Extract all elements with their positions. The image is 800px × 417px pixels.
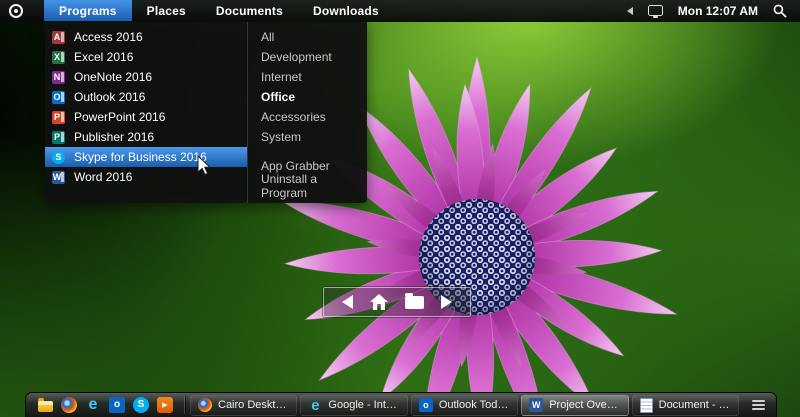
- program-menu-item[interactable]: W Word 2016: [45, 167, 247, 187]
- programs-app-list: A Access 2016 X Excel 2016 N OneNote 201…: [45, 22, 247, 203]
- search-icon[interactable]: [773, 4, 787, 18]
- category-list: All Development Internet Office Accessor…: [248, 27, 367, 147]
- program-menu-item[interactable]: A Access 2016: [45, 27, 247, 47]
- taskbar-window-button[interactable]: Document - W...: [631, 394, 740, 416]
- menu-item[interactable]: Downloads: [298, 0, 394, 21]
- taskbar-window-button[interactable]: e Google - Intern...: [300, 394, 408, 416]
- forward-arrow-icon[interactable]: [441, 295, 452, 309]
- program-label: Excel 2016: [74, 50, 134, 64]
- window-app-icon: o: [418, 398, 433, 412]
- program-menu-item[interactable]: P Publisher 2016: [45, 127, 247, 147]
- window-app-icon: [198, 398, 212, 412]
- menu-item-label: Programs: [59, 3, 117, 18]
- category-item[interactable]: Development: [248, 47, 367, 67]
- app-icon: P: [52, 130, 65, 144]
- program-label: Outlook 2016: [74, 90, 146, 104]
- file-explorer[interactable]: [38, 397, 53, 412]
- quick-launch-area: e o S ▶: [32, 397, 179, 413]
- taskbar-window-button[interactable]: Cairo Desktop...: [190, 394, 298, 416]
- firefox[interactable]: [61, 397, 77, 413]
- category-label: Development: [261, 50, 332, 64]
- taskbar-separator: [184, 396, 185, 414]
- category-footer-label: App Grabber: [261, 159, 330, 173]
- category-label: Accessories: [261, 110, 326, 124]
- menu-item[interactable]: Places: [132, 0, 201, 21]
- window-title: Outlook Today...: [438, 399, 511, 411]
- category-label: All: [261, 30, 275, 44]
- internet-explorer[interactable]: e: [85, 397, 101, 413]
- window-title: Document - W...: [658, 399, 732, 411]
- taskbar-window-button[interactable]: W Project Overvie...: [521, 394, 629, 416]
- hamburger-icon: [751, 404, 765, 406]
- collapse-arrow-icon[interactable]: [626, 6, 633, 15]
- category-item[interactable]: System: [248, 127, 367, 147]
- back-arrow-icon[interactable]: [342, 295, 353, 309]
- program-menu-item[interactable]: O Outlook 2016: [45, 87, 247, 107]
- program-menu-item[interactable]: P PowerPoint 2016: [45, 107, 247, 127]
- skype[interactable]: S: [133, 397, 149, 413]
- category-footer-item[interactable]: Uninstall a Program: [248, 172, 367, 200]
- taskbar: e o S ▶ Cairo Desktop... e Google - Inte…: [25, 392, 777, 417]
- category-label: System: [261, 130, 302, 144]
- display-icon[interactable]: [647, 5, 663, 18]
- window-title: Cairo Desktop...: [218, 399, 290, 411]
- menu-item-label: Places: [146, 3, 186, 18]
- window-title: Google - Intern...: [328, 399, 399, 411]
- program-label: PowerPoint 2016: [74, 110, 166, 124]
- program-menu-item[interactable]: X Excel 2016: [45, 47, 247, 67]
- program-label: Skype for Business 2016: [74, 150, 207, 164]
- window-app-icon: [639, 397, 653, 413]
- media-player[interactable]: ▶: [157, 397, 173, 413]
- app-icon: S: [52, 150, 65, 164]
- taskbar-window-buttons: Cairo Desktop... e Google - Intern... o …: [190, 394, 740, 416]
- category-label: Office: [261, 90, 296, 104]
- app-icon: W: [52, 170, 65, 184]
- app-icon: A: [52, 30, 65, 44]
- menu-item-label: Downloads: [313, 3, 379, 18]
- category-item[interactable]: Internet: [248, 67, 367, 87]
- menu-item[interactable]: Programs: [44, 0, 132, 21]
- category-item[interactable]: Office: [248, 87, 367, 107]
- cairo-menu-icon[interactable]: [9, 3, 23, 18]
- program-label: Word 2016: [74, 170, 133, 184]
- outlook[interactable]: o: [109, 397, 125, 413]
- window-title: Project Overvie...: [549, 399, 620, 411]
- clock[interactable]: Mon 12:07 AM: [678, 4, 758, 18]
- category-item[interactable]: Accessories: [248, 107, 367, 127]
- window-app-icon: W: [529, 398, 544, 412]
- category-footer-label: Uninstall a Program: [261, 172, 318, 200]
- program-menu-item[interactable]: N OneNote 2016: [45, 67, 247, 87]
- programs-menu-flyout: A Access 2016 X Excel 2016 N OneNote 201…: [45, 22, 367, 203]
- menu-bar-items: Programs Places Documents Downloads: [44, 0, 394, 21]
- app-icon: N: [52, 70, 65, 84]
- program-label: OneNote 2016: [74, 70, 153, 84]
- program-label: Publisher 2016: [74, 130, 155, 144]
- desktop-navigation-bar: [323, 287, 471, 317]
- top-menu-bar: Programs Places Documents Downloads Mon …: [0, 0, 800, 22]
- taskbar-window-button[interactable]: o Outlook Today...: [410, 394, 519, 416]
- program-label: Access 2016: [74, 30, 143, 44]
- menu-item-label: Documents: [215, 3, 284, 18]
- taskbar-menu-button[interactable]: [746, 395, 770, 416]
- folder-icon[interactable]: [405, 292, 424, 309]
- programs-category-panel: All Development Internet Office Accessor…: [247, 22, 367, 203]
- program-menu-item[interactable]: S Skype for Business 2016: [45, 147, 247, 167]
- app-icon: P: [52, 110, 65, 124]
- desktop-screen: Programs Places Documents Downloads Mon …: [0, 0, 800, 417]
- app-icon: X: [52, 50, 65, 64]
- category-footer-list: App Grabber Uninstall a Program: [248, 156, 367, 200]
- menu-item[interactable]: Documents: [201, 0, 298, 21]
- app-icon: O: [52, 90, 65, 104]
- window-app-icon: e: [311, 396, 320, 414]
- category-label: Internet: [261, 70, 302, 84]
- category-item[interactable]: All: [248, 27, 367, 47]
- topbar-status-area: Mon 12:07 AM: [626, 4, 800, 18]
- home-icon[interactable]: [370, 294, 388, 310]
